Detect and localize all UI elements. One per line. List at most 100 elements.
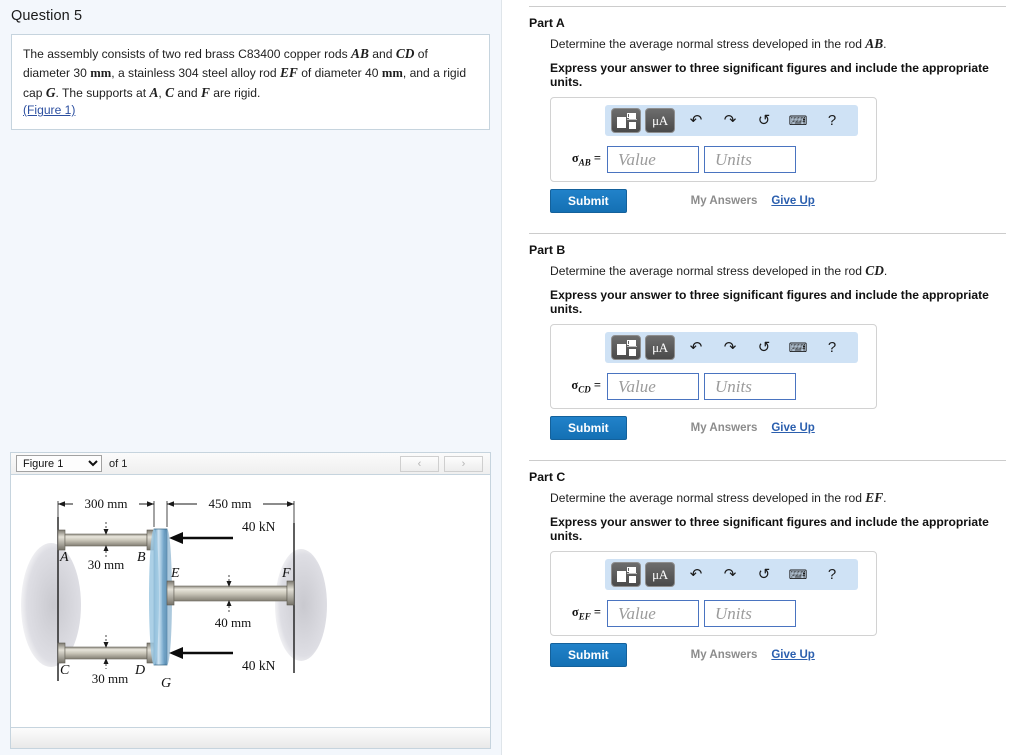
question-text-mid5: . The supports at (55, 86, 150, 101)
part-c-instruction: Express your answer to three significant… (550, 515, 989, 543)
part-c-label: Part C (529, 470, 566, 484)
part-c-answer-row: σEF = (551, 590, 876, 627)
question-text-end: are rigid. (209, 86, 261, 101)
math-template-icon[interactable] (611, 108, 641, 133)
part-b-my-answers-link[interactable]: My Answers (691, 422, 758, 434)
part-c-units-input[interactable] (704, 600, 796, 627)
part-a-my-answers-link[interactable]: My Answers (691, 195, 758, 207)
part-c-question: Determine the average normal stress deve… (529, 490, 1006, 506)
part-a-block: Part A Determine the average normal stre… (529, 0, 1006, 213)
figure-body: 300 mm 450 mm 30 mm 30 mm 40 mm 40 kN 40… (11, 475, 490, 727)
keyboard-icon[interactable]: ⌨ (785, 114, 811, 127)
part-a-submit-button[interactable]: Submit (550, 189, 627, 213)
part-b-question: Determine the average normal stress deve… (529, 263, 1006, 279)
part-c-give-up-link[interactable]: Give Up (771, 649, 814, 661)
figure-next-button[interactable]: › (444, 455, 483, 472)
question-text-pre: The assembly consists of two red brass C… (23, 47, 352, 61)
part-a-question-period: . (883, 37, 887, 51)
reset-icon[interactable]: ↺ (751, 567, 777, 582)
part-a-label: Part A (529, 16, 565, 30)
svg-text:450 mm: 450 mm (209, 496, 252, 511)
part-b-block: Part B Determine the average normal stre… (529, 227, 1006, 440)
redo-icon[interactable]: ↷ (717, 113, 743, 128)
keyboard-icon[interactable]: ⌨ (785, 341, 811, 354)
svg-text:C: C (60, 663, 70, 678)
units-label: μA (652, 339, 668, 355)
page-root: Question 5 The assembly consists of two … (0, 0, 1024, 755)
part-a-answer-box: μA ↶ ↷ ↺ ⌨ ? σAB = (550, 97, 877, 182)
part-a-give-up-link[interactable]: Give Up (771, 195, 814, 207)
unit-mm-1: mm (90, 66, 112, 81)
svg-text:G: G (161, 676, 171, 691)
part-a-question-text: Determine the average normal stress deve… (550, 37, 866, 51)
figure-panel-footer (11, 727, 490, 748)
part-a-value-input[interactable] (607, 146, 699, 173)
assembly-diagram: 300 mm 450 mm 30 mm 30 mm 40 mm 40 kN 40… (21, 496, 327, 691)
undo-icon[interactable]: ↶ (683, 113, 709, 128)
figure-select[interactable]: Figure 1 (16, 455, 102, 472)
help-icon[interactable]: ? (819, 340, 845, 355)
template-glyph (616, 566, 637, 583)
units-label: μA (652, 112, 668, 128)
part-c-answer-box: μA ↶ ↷ ↺ ⌨ ? σEF = (550, 551, 877, 636)
part-b-units-input[interactable] (704, 373, 796, 400)
unit-mm-2: mm (381, 66, 403, 81)
figure-prev-button[interactable]: ‹ (400, 455, 439, 472)
part-b-label: Part B (529, 243, 566, 257)
help-icon[interactable]: ? (819, 567, 845, 582)
spacer-a-b (529, 213, 1006, 227)
svg-text:40 kN: 40 kN (242, 519, 276, 534)
rod-cd-symbol: CD (395, 46, 415, 61)
units-mu-angstrom-icon[interactable]: μA (645, 335, 675, 360)
figure-1-link[interactable]: (Figure 1) (23, 103, 75, 117)
undo-icon[interactable]: ↶ (683, 340, 709, 355)
units-mu-angstrom-icon[interactable]: μA (645, 108, 675, 133)
part-c-submit-row: Submit My Answers Give Up (550, 636, 1006, 667)
svg-text:30 mm: 30 mm (88, 557, 124, 572)
part-c-value-input[interactable] (607, 600, 699, 627)
part-c-block: Part C Determine the average normal stre… (529, 454, 1006, 667)
figure-panel: Figure 1 of 1 ‹ › 300 mm 450 mm 30 mm 30… (10, 452, 491, 749)
svg-text:D: D (134, 663, 145, 678)
math-template-icon[interactable] (611, 562, 641, 587)
part-a-submit-row: Submit My Answers Give Up (550, 182, 1006, 213)
part-c-question-period: . (883, 491, 887, 505)
part-b-submit-button[interactable]: Submit (550, 416, 627, 440)
part-a-answer-row: σAB = (551, 136, 876, 173)
help-icon[interactable]: ? (819, 113, 845, 128)
part-a-math-toolbar: μA ↶ ↷ ↺ ⌨ ? (605, 105, 858, 136)
spacer-b-c (529, 440, 1006, 454)
part-c-math-toolbar: μA ↶ ↷ ↺ ⌨ ? (605, 559, 858, 590)
reset-icon[interactable]: ↺ (751, 113, 777, 128)
part-b-instruction: Express your answer to three significant… (550, 288, 989, 316)
part-a-units-input[interactable] (704, 146, 796, 173)
point-f-symbol: F (200, 85, 210, 101)
svg-text:B: B (137, 550, 146, 565)
part-b-give-up-link[interactable]: Give Up (771, 422, 814, 434)
math-template-icon[interactable] (611, 335, 641, 360)
undo-icon[interactable]: ↶ (683, 567, 709, 582)
part-b-question-period: . (883, 264, 888, 278)
keyboard-icon[interactable]: ⌨ (785, 568, 811, 581)
sep-2: and (174, 86, 201, 101)
part-c-submit-button[interactable]: Submit (550, 643, 627, 667)
part-b-value-input[interactable] (607, 373, 699, 400)
part-a-rod-symbol: AB (865, 36, 884, 51)
part-b-sigma-label: σCD = (571, 378, 601, 395)
svg-text:E: E (170, 566, 180, 581)
part-c-rod-symbol: EF (865, 490, 884, 505)
reset-icon[interactable]: ↺ (751, 340, 777, 355)
redo-icon[interactable]: ↷ (717, 340, 743, 355)
svg-text:40 mm: 40 mm (215, 615, 251, 630)
cap-g-symbol: G (45, 85, 56, 101)
part-c-sigma-label: σEF = (571, 605, 601, 622)
left-panel: Question 5 The assembly consists of two … (0, 0, 502, 755)
part-c-question-text: Determine the average normal stress deve… (550, 491, 866, 505)
part-a-question: Determine the average normal stress deve… (529, 36, 1006, 52)
svg-text:300 mm: 300 mm (85, 496, 128, 511)
part-b-rod-symbol: CD (865, 263, 884, 278)
redo-icon[interactable]: ↷ (717, 567, 743, 582)
part-c-my-answers-link[interactable]: My Answers (691, 649, 758, 661)
units-mu-angstrom-icon[interactable]: μA (645, 562, 675, 587)
point-c-symbol: C (165, 85, 175, 101)
